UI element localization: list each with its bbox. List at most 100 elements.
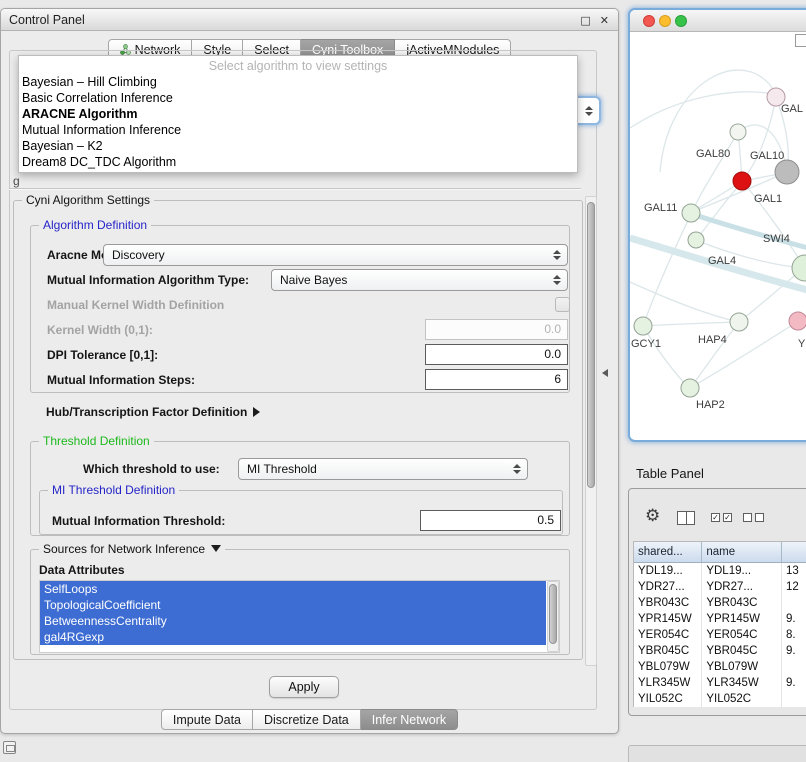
settings-scrollbar-thumb[interactable]: [587, 202, 595, 488]
bottom-tab-impute-data[interactable]: Impute Data: [161, 709, 253, 730]
table-panel-window: ⚙ ✓ ✓ shared...name YDL19...YDL19...13YD…: [628, 488, 806, 716]
close-button[interactable]: [643, 15, 655, 27]
mi-steps-field[interactable]: 6: [425, 369, 568, 390]
checked-box-icon: ✓: [723, 513, 732, 522]
table-row[interactable]: YLR345WYLR345W9.: [634, 675, 806, 691]
table-cell: YLR345W: [702, 675, 782, 691]
source-attribute-selfloops[interactable]: SelfLoops: [40, 581, 546, 597]
column-header-shared[interactable]: shared...: [634, 542, 702, 563]
sources-title-text: Sources for Network Inference: [43, 542, 205, 556]
bottom-tab-discretize-data[interactable]: Discretize Data: [253, 709, 361, 730]
mi-threshold-field[interactable]: 0.5: [420, 510, 561, 531]
sources-title: Sources for Network Inference: [39, 542, 225, 556]
table-panel-label: Table Panel: [636, 466, 704, 481]
apply-button[interactable]: Apply: [269, 676, 339, 698]
unchecked-box-icon: [743, 513, 752, 522]
expanded-disclosure-icon[interactable]: [211, 545, 221, 552]
mi-steps-label: Mutual Information Steps:: [47, 373, 195, 387]
data-attributes-label: Data Attributes: [39, 563, 125, 577]
table-settings-gear-icon[interactable]: ⚙: [645, 507, 660, 525]
bottom-tab-bar: Impute DataDiscretize DataInfer Network: [1, 709, 618, 730]
algorithm-option-aracne-algorithm[interactable]: ARACNE Algorithm: [19, 106, 577, 122]
minimize-button[interactable]: [659, 15, 671, 27]
column-header-extra[interactable]: [782, 542, 806, 563]
table-cell: [782, 659, 806, 675]
algorithm-option-basic-correlation-inference[interactable]: Basic Correlation Inference: [19, 90, 577, 106]
table-cell: YPR145W: [634, 611, 702, 627]
collapsed-bottom-panel: [628, 745, 806, 762]
column-layout-icon[interactable]: [677, 511, 695, 525]
which-threshold-label: Which threshold to use:: [83, 462, 220, 476]
show-all-columns-icon[interactable]: ✓ ✓: [711, 513, 732, 522]
float-window-icon[interactable]: □: [580, 14, 590, 27]
control-panel-titlebar[interactable]: Control Panel □ ✕: [1, 9, 618, 31]
algorithm-option-bayesian-k2[interactable]: Bayesian – K2: [19, 138, 577, 154]
network-window-titlebar[interactable]: [630, 10, 806, 32]
manual-kernel-checkbox[interactable]: [555, 297, 570, 312]
hidden-group-border: [9, 188, 581, 190]
table-header-row: shared...name: [634, 542, 806, 563]
dpi-tolerance-field[interactable]: 0.0: [425, 344, 568, 365]
algorithm-option-mutual-information-inference[interactable]: Mutual Information Inference: [19, 122, 577, 138]
table-row[interactable]: YPR145WYPR145W9.: [634, 611, 806, 627]
attribute-table: shared...name YDL19...YDL19...13YDR27...…: [633, 541, 806, 707]
table-cell: YBL079W: [634, 659, 702, 675]
source-attribute-betweennesscentrality[interactable]: BetweennessCentrality: [40, 613, 546, 629]
mi-type-combo[interactable]: Naive Bayes: [271, 269, 568, 291]
table-cell: YBL079W: [702, 659, 782, 675]
table-cell: YIL052C: [702, 691, 782, 707]
which-threshold-combo[interactable]: MI Threshold: [238, 458, 528, 480]
network-canvas[interactable]: GALGAL80GAL10GAL11GAL1SWI4GAL4GCY1HAP4HA…: [630, 32, 806, 440]
sources-scrollbar-thumb[interactable]: [549, 584, 557, 644]
restore-panel-icon[interactable]: [3, 741, 16, 754]
network-node-label: GAL4: [708, 255, 736, 267]
table-cell: YDR27...: [634, 579, 702, 595]
table-row[interactable]: YBR045CYBR045C9.: [634, 643, 806, 659]
hidden-label-fragment: g: [13, 174, 20, 188]
aracne-mode-value: Discovery: [112, 248, 165, 262]
table-row[interactable]: YBR043CYBR043C: [634, 595, 806, 611]
checked-box-icon: ✓: [711, 513, 720, 522]
algorithm-dropdown-popup: Select algorithm to view settings Bayesi…: [18, 55, 578, 173]
threshold-definition-group: Threshold Definition Which threshold to …: [30, 441, 570, 536]
network-node-label: SWI4: [763, 233, 790, 245]
kernel-width-field: 0.0: [425, 319, 568, 340]
algorithm-popup-hint: Select algorithm to view settings: [19, 58, 577, 74]
source-attribute-topologicalcoefficient[interactable]: TopologicalCoefficient: [40, 597, 546, 613]
splitpane-collapse-arrow[interactable]: [602, 369, 608, 377]
combo-arrows-icon: [513, 464, 521, 474]
bottom-tab-infer-network[interactable]: Infer Network: [361, 709, 458, 730]
table-cell: YBR043C: [634, 595, 702, 611]
zoom-button[interactable]: [675, 15, 687, 27]
table-row[interactable]: YDR27...YDR27...12: [634, 579, 806, 595]
table-cell: YPR145W: [702, 611, 782, 627]
mi-threshold-title: MI Threshold Definition: [48, 483, 179, 497]
table-cell: 9.: [782, 675, 806, 691]
sources-scrollbar[interactable]: [547, 581, 559, 652]
window-title: Control Panel: [9, 9, 85, 31]
source-attribute-gal4rgexp[interactable]: gal4RGexp: [40, 629, 546, 645]
hide-all-columns-icon[interactable]: [743, 513, 764, 522]
table-row[interactable]: YDL19...YDL19...13: [634, 563, 806, 579]
table-row[interactable]: YIL052CYIL052C: [634, 691, 806, 707]
column-header-name[interactable]: name: [702, 542, 782, 563]
algorithm-option-dream8-dc-tdc-algorithm[interactable]: Dream8 DC_TDC Algorithm: [19, 154, 577, 170]
table-row[interactable]: YBL079WYBL079W: [634, 659, 806, 675]
network-node-label: GAL11: [644, 202, 677, 214]
mi-type-value: Naive Bayes: [280, 273, 347, 287]
sources-list[interactable]: SelfLoopsTopologicalCoefficientBetweenne…: [39, 580, 560, 653]
settings-scrollbar[interactable]: [585, 196, 597, 666]
aracne-mode-combo[interactable]: Discovery: [103, 244, 568, 266]
cyni-settings-title: Cyni Algorithm Settings: [22, 193, 154, 207]
table-cell: 12: [782, 579, 806, 595]
close-window-icon[interactable]: ✕: [600, 14, 609, 27]
network-node-label: GAL1: [754, 193, 782, 205]
algorithm-option-bayesian-hill-climbing[interactable]: Bayesian – Hill Climbing: [19, 74, 577, 90]
table-row[interactable]: YER054CYER054C8.: [634, 627, 806, 643]
network-node-label: GAL10: [750, 150, 784, 162]
collapsed-disclosure-icon[interactable]: [253, 407, 260, 417]
hub-definition-toggle[interactable]: Hub/Transcription Factor Definition: [46, 403, 260, 421]
birdseye-toggle[interactable]: [795, 34, 806, 47]
table-cell: YBR045C: [702, 643, 782, 659]
manual-kernel-label: Manual Kernel Width Definition: [47, 298, 224, 312]
